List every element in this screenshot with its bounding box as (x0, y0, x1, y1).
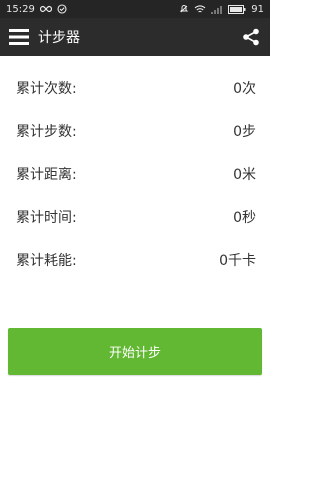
infinity-icon (39, 5, 52, 13)
stat-value: 0次 (233, 80, 256, 97)
stats-list: 累计次数: 0次 累计步数: 0步 累计距离: 0米 累计时间: 0秒 累计耗能… (0, 56, 270, 281)
status-time: 15:29 (6, 3, 35, 15)
stat-label: 累计次数: (16, 80, 77, 97)
share-icon[interactable] (240, 26, 262, 48)
check-circle-icon (57, 4, 67, 14)
battery-level: 91 (251, 3, 264, 15)
stat-value: 0秒 (233, 209, 256, 226)
stat-value: 0千卡 (219, 252, 256, 269)
stat-row-energy: 累计耗能: 0千卡 (0, 238, 270, 281)
app-title: 计步器 (38, 30, 80, 46)
stat-row-count: 累计次数: 0次 (0, 66, 270, 109)
signal-icon (211, 5, 223, 14)
start-counting-button[interactable]: 开始计步 (8, 328, 262, 375)
stat-row-time: 累计时间: 0秒 (0, 195, 270, 238)
battery-icon (228, 4, 246, 14)
wifi-icon (194, 4, 206, 14)
status-bar-left: 15:29 (6, 4, 67, 15)
stat-row-steps: 累计步数: 0步 (0, 109, 270, 152)
stat-label: 累计步数: (16, 123, 77, 140)
stat-label: 累计耗能: (16, 252, 77, 269)
stat-row-distance: 累计距离: 0米 (0, 152, 270, 195)
stat-label: 累计时间: (16, 209, 77, 226)
stat-value: 0步 (233, 123, 256, 140)
stat-label: 累计距离: (16, 166, 77, 183)
stat-value: 0米 (233, 166, 256, 183)
status-bar-right: 91 (179, 4, 264, 15)
status-bar: 15:29 91 (0, 0, 270, 18)
no-notification-icon (179, 4, 189, 14)
hamburger-menu-icon[interactable] (8, 26, 30, 48)
app-bar: 计步器 (0, 18, 270, 56)
